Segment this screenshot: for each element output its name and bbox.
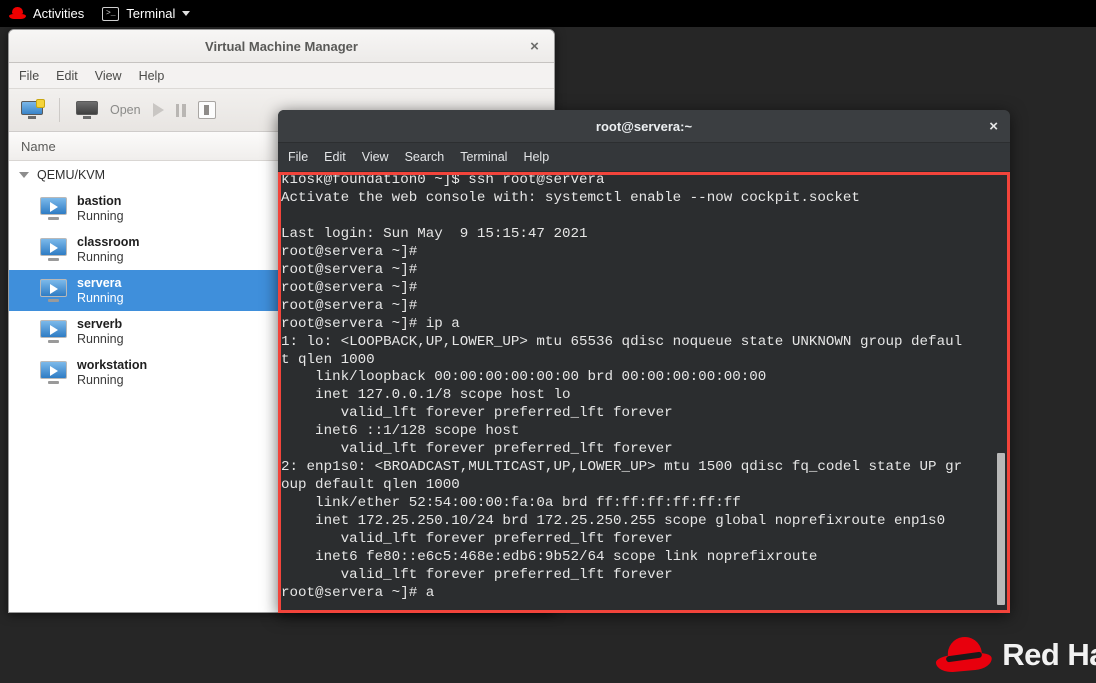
redhat-hat-icon — [935, 634, 993, 675]
triangle-down-icon[interactable] — [19, 171, 29, 178]
terminal-icon: >_ — [102, 6, 120, 21]
menu-item-terminal[interactable]: Terminal — [460, 150, 507, 164]
menu-item-file[interactable]: File — [19, 69, 39, 83]
chevron-down-icon — [182, 11, 191, 16]
menu-item-help[interactable]: Help — [139, 69, 165, 83]
play-icon[interactable] — [152, 103, 164, 117]
pause-icon[interactable] — [175, 103, 186, 117]
vm-state: Running — [77, 372, 124, 387]
activities-button[interactable]: Activities — [0, 0, 93, 27]
terminal-highlighted-region: kiosk@foundation0 ~]$ ssh root@servera A… — [278, 172, 1010, 613]
redhat-watermark-label: Red Ha — [1002, 637, 1096, 672]
app-menu-button[interactable]: >_ Terminal — [93, 0, 199, 27]
vm-name: classroom — [77, 234, 140, 249]
menu-item-edit[interactable]: Edit — [324, 150, 346, 164]
activities-label: Activities — [33, 6, 85, 21]
vm-name: bastion — [77, 193, 122, 208]
close-icon[interactable]: × — [525, 37, 544, 56]
vm-running-icon — [40, 361, 67, 384]
vm-state: Running — [77, 331, 124, 346]
open-button-label[interactable]: Open — [110, 103, 141, 117]
menu-item-search[interactable]: Search — [405, 150, 445, 164]
vm-state: Running — [77, 249, 124, 264]
new-virtual-machine-icon[interactable] — [21, 99, 45, 119]
vmm-menu-bar: File Edit View Help — [9, 63, 554, 89]
menu-item-help[interactable]: Help — [523, 150, 549, 164]
terminal-menu-bar: File Edit View Search Terminal Help — [278, 143, 1010, 172]
vmm-title-bar[interactable]: Virtual Machine Manager × — [9, 30, 554, 63]
terminal-scrollbar[interactable] — [996, 175, 1006, 610]
menu-item-edit[interactable]: Edit — [56, 69, 78, 83]
vm-running-icon — [40, 238, 67, 261]
menu-item-file[interactable]: File — [288, 150, 308, 164]
menu-item-view[interactable]: View — [362, 150, 389, 164]
terminal-title-label: root@servera:~ — [595, 118, 693, 134]
gnome-top-bar: Activities >_ Terminal — [0, 0, 1096, 27]
terminal-title-bar[interactable]: root@servera:~ × — [278, 110, 1010, 143]
menu-item-view[interactable]: View — [95, 69, 122, 83]
vm-running-icon — [40, 320, 67, 343]
shutdown-icon[interactable] — [197, 101, 216, 119]
redhat-watermark: Red Ha — [935, 634, 1096, 675]
vm-state: Running — [77, 208, 124, 223]
app-menu-label: Terminal — [126, 6, 176, 21]
terminal-window: root@servera:~ × File Edit View Search T… — [278, 110, 1010, 613]
vm-name: servera — [77, 275, 122, 290]
vm-running-icon — [40, 279, 67, 302]
vm-group-label: QEMU/KVM — [37, 167, 106, 182]
terminal-output[interactable]: kiosk@foundation0 ~]$ ssh root@servera A… — [281, 175, 995, 610]
column-header-name: Name — [21, 138, 56, 154]
vm-state: Running — [77, 290, 124, 305]
vm-name: serverb — [77, 316, 123, 331]
toolbar-separator — [59, 98, 60, 122]
vm-running-icon — [40, 197, 67, 220]
vm-name: workstation — [77, 357, 148, 372]
redhat-hat-icon — [9, 7, 26, 20]
terminal-scrollbar-thumb[interactable] — [997, 453, 1005, 605]
vmm-title-label: Virtual Machine Manager — [205, 38, 358, 54]
close-icon[interactable]: × — [989, 118, 998, 135]
monitor-icon[interactable] — [76, 101, 98, 119]
